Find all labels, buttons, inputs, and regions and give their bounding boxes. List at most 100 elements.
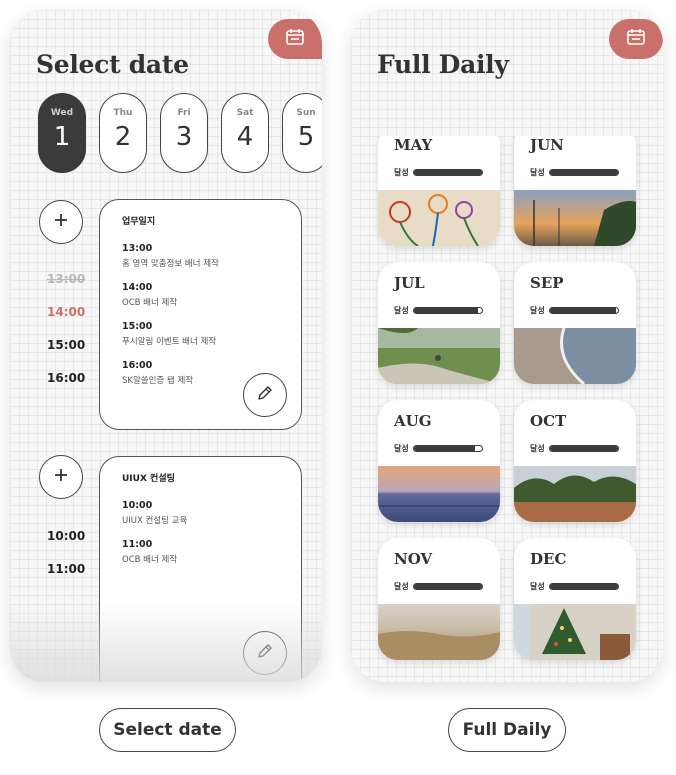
progress-row: 달성 — [530, 167, 619, 178]
month-card-nov[interactable]: NOV 달성 — [378, 538, 500, 660]
page-title: Full Daily — [377, 50, 509, 79]
task-time: 11:00 — [122, 539, 153, 550]
month-name: JUL — [394, 274, 425, 292]
progress-bar-fill — [413, 308, 479, 313]
month-name: MAY — [394, 136, 433, 154]
select-date-screen: Select date Wed 1 Thu 2 Fri 3 Sat 4 Sun 5 13:00 1… — [10, 10, 322, 682]
progress-bar-fill — [549, 446, 618, 451]
progress-row: 달성 — [530, 305, 619, 316]
time-label: 16:00 — [47, 371, 86, 385]
calendar-button[interactable] — [268, 19, 322, 59]
card-title: 업무일지 — [122, 217, 156, 227]
task-time: 13:00 — [122, 243, 153, 254]
task-entry: 13:00 홈 영역 맞춤정보 배너 제작 — [122, 243, 279, 269]
page-title: Select date — [36, 50, 189, 79]
progress-bar-fill — [549, 584, 618, 589]
task-card-worklog[interactable]: 업무일지 13:00 홈 영역 맞춤정보 배너 제작 14:00 OCB 배너 … — [99, 199, 302, 430]
date-pill-day: 1 — [53, 122, 71, 152]
date-pill-weekday: Sun — [296, 108, 316, 118]
time-label: 13:00 — [47, 272, 86, 286]
date-pill-weekday: Fri — [177, 108, 191, 118]
pencil-icon — [255, 383, 275, 407]
month-name: SEP — [530, 274, 564, 292]
month-name: AUG — [394, 412, 432, 430]
field-trees-photo — [514, 466, 636, 522]
progress-label: 달성 — [530, 306, 545, 315]
time-label: 11:00 — [47, 562, 86, 576]
progress-row: 달성 — [394, 167, 483, 178]
date-pill-weekday: Wed — [50, 108, 74, 118]
month-name: OCT — [530, 412, 567, 430]
add-task-button[interactable] — [39, 200, 83, 244]
progress-label: 달성 — [394, 444, 409, 453]
calendar-icon — [626, 28, 646, 50]
date-pill-weekday: Thu — [113, 108, 133, 118]
month-name: JUN — [530, 136, 564, 154]
date-pill-sun[interactable]: Sun 5 — [282, 93, 322, 173]
task-desc: UIUX 컨설팅 교육 — [122, 516, 188, 526]
date-pill-fri[interactable]: Fri 3 — [160, 93, 208, 173]
task-entry: 14:00 OCB 배너 제작 — [122, 282, 279, 308]
month-card-oct[interactable]: OCT 달성 — [514, 400, 636, 522]
progress-row: 달성 — [530, 581, 619, 592]
progress-row: 달성 — [394, 581, 483, 592]
progress-bar-fill — [549, 170, 618, 175]
progress-bar-fill — [413, 170, 482, 175]
progress-bar-fill — [413, 584, 482, 589]
edit-button[interactable] — [243, 631, 287, 675]
month-name: NOV — [394, 550, 433, 568]
progress-label: 달성 — [530, 168, 545, 177]
progress-row: 달성 — [394, 305, 483, 316]
month-card-sep[interactable]: SEP 달성 — [514, 262, 636, 384]
add-task-button[interactable] — [39, 455, 83, 499]
card-title: UIUX 컨설팅 — [122, 474, 175, 484]
month-grid: MAY 달성 JUN 달성 JUL 달성 SEP 달성 AUG 달성 OCT 달성 NOV 달성 DEC 달성 — [351, 136, 663, 682]
date-pill-day: 4 — [236, 122, 254, 152]
task-entry: 11:00 OCB 배너 제작 — [122, 539, 279, 565]
time-label: 15:00 — [47, 338, 86, 352]
beach-shore-photo — [514, 328, 636, 384]
progress-label: 달성 — [394, 582, 409, 591]
sea-horizon-photo — [378, 466, 500, 522]
progress-label: 달성 — [394, 168, 409, 177]
caption-full-daily[interactable]: Full Daily — [448, 708, 566, 752]
date-pill-weekday: Sat — [236, 108, 254, 118]
task-time: 10:00 — [122, 500, 153, 511]
flowers-drawing-photo — [378, 190, 500, 246]
task-entry: 10:00 UIUX 컨설팅 교육 — [122, 500, 279, 526]
month-card-jun[interactable]: JUN 달성 — [514, 136, 636, 246]
caption-select-date[interactable]: Select date — [99, 708, 236, 752]
month-card-dec[interactable]: DEC 달성 — [514, 538, 636, 660]
task-card-consulting[interactable]: UIUX 컨설팅 10:00 UIUX 컨설팅 교육 11:00 OCB 배너 … — [99, 456, 302, 682]
progress-bar — [412, 169, 483, 176]
month-card-jul[interactable]: JUL 달성 — [378, 262, 500, 384]
edit-button[interactable] — [243, 373, 287, 417]
task-time: 15:00 — [122, 321, 153, 332]
progress-row: 달성 — [394, 443, 483, 454]
progress-bar — [412, 307, 483, 314]
progress-bar — [548, 583, 619, 590]
task-time: 16:00 — [122, 360, 153, 371]
task-desc: OCB 배너 제작 — [122, 298, 178, 308]
progress-bar — [548, 445, 619, 452]
date-pill-day: 5 — [297, 122, 315, 152]
date-pill-wed[interactable]: Wed 1 — [38, 93, 86, 173]
time-label-current: 14:00 — [47, 305, 86, 319]
month-card-may[interactable]: MAY 달성 — [378, 136, 500, 246]
date-pill-day: 3 — [175, 122, 193, 152]
task-desc: 푸시알림 이벤트 배너 제작 — [122, 337, 217, 347]
progress-bar — [548, 307, 619, 314]
reed-field-photo — [378, 604, 500, 660]
task-desc: OCB 배너 제작 — [122, 555, 178, 565]
plus-icon — [53, 212, 69, 232]
date-pill-thu[interactable]: Thu 2 — [99, 93, 147, 173]
month-card-aug[interactable]: AUG 달성 — [378, 400, 500, 522]
plus-icon — [53, 467, 69, 487]
full-daily-screen: Full Daily MAY 달성 JUN 달성 JUL 달성 SEP 달성 AUG 달성 OCT 달… — [351, 10, 663, 682]
progress-row: 달성 — [530, 443, 619, 454]
calendar-icon — [285, 28, 305, 50]
date-pill-sat[interactable]: Sat 4 — [221, 93, 269, 173]
calendar-button[interactable] — [609, 19, 663, 59]
date-pill-day: 2 — [114, 122, 132, 152]
task-time: 14:00 — [122, 282, 153, 293]
